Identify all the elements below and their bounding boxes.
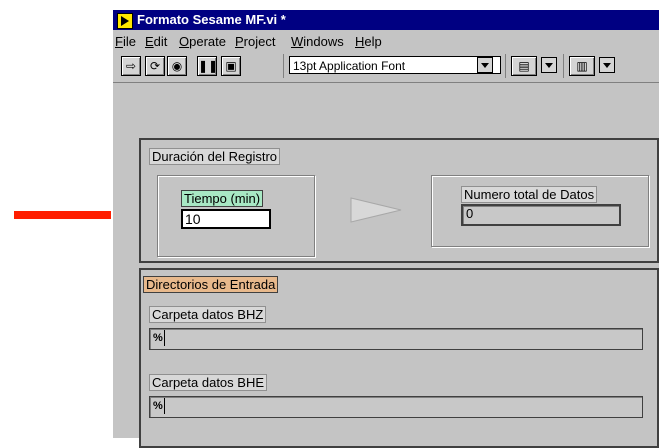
tiempo-input[interactable]: 10	[181, 209, 271, 229]
run-button[interactable]: ⇨	[121, 56, 141, 76]
duracion-cluster-label: Duración del Registro	[149, 148, 281, 165]
bhz-label: Carpeta datos BHZ	[149, 306, 267, 323]
toolbar: ⇨ ⟳ ◉ ❚❚ ▣ 13pt Application Font ▤ ▥	[113, 54, 659, 80]
path-icon: %	[153, 332, 163, 344]
title-bar[interactable]: Formato Sesame MF.vi *	[113, 10, 659, 30]
toolbar-separator	[283, 54, 284, 78]
align-button[interactable]: ▤	[511, 56, 537, 76]
run-icon: ⇨	[125, 59, 137, 73]
bhe-label: Carpeta datos BHE	[149, 374, 268, 391]
menu-edit[interactable]: Edit	[145, 32, 167, 52]
distribute-icon: ▥	[576, 59, 588, 73]
abort-icon: ▣	[225, 59, 237, 73]
font-selector[interactable]: 13pt Application Font	[289, 56, 501, 74]
vi-window: Formato Sesame MF.vi * File Edit Operate…	[111, 10, 659, 448]
abort-button[interactable]: ◉	[167, 56, 187, 76]
align-dropdown-arrow[interactable]	[541, 57, 557, 73]
toolbar-separator	[563, 54, 564, 78]
run-continuously-button[interactable]: ⟳	[145, 56, 165, 76]
abort-icon: ◉	[171, 59, 183, 73]
bhe-path-control[interactable]: %	[149, 396, 643, 418]
bhz-path-control[interactable]: %	[149, 328, 643, 350]
menu-file[interactable]: File	[115, 32, 136, 52]
window-title: Formato Sesame MF.vi *	[137, 12, 286, 27]
distribute-dropdown-arrow[interactable]	[599, 57, 615, 73]
run-continuously-icon: ⟳	[149, 59, 161, 73]
font-selector-value: 13pt Application Font	[293, 59, 406, 73]
vi-icon	[117, 13, 133, 29]
font-dropdown-arrow[interactable]	[477, 57, 493, 73]
total-indicator: 0	[461, 204, 621, 226]
pause-button[interactable]: ❚❚	[197, 56, 219, 76]
menu-bar: File Edit Operate Project Windows Help	[113, 32, 659, 52]
total-label: Numero total de Datos	[461, 186, 598, 203]
tiempo-label: Tiempo (min)	[181, 190, 264, 207]
directorios-cluster-label: Directorios de Entrada	[143, 276, 279, 293]
duracion-cluster[interactable]: Duración del Registro Tiempo (min) 10 Nu…	[139, 138, 659, 263]
align-icon: ▤	[518, 59, 530, 73]
toolbar-divider	[113, 82, 659, 83]
menu-help[interactable]: Help	[355, 32, 382, 52]
menu-windows[interactable]: Windows	[291, 32, 344, 52]
pause-icon: ❚❚	[198, 59, 219, 73]
wire-arrow-icon	[350, 197, 402, 223]
menu-operate[interactable]: Operate	[179, 32, 226, 52]
menu-project[interactable]: Project	[235, 32, 275, 52]
distribute-button[interactable]: ▥	[569, 56, 595, 76]
extra-button[interactable]: ▣	[221, 56, 241, 76]
path-icon: %	[153, 400, 163, 412]
toolbar-separator	[505, 54, 506, 78]
directorios-cluster[interactable]: Directorios de Entrada Carpeta datos BHZ…	[139, 268, 659, 448]
